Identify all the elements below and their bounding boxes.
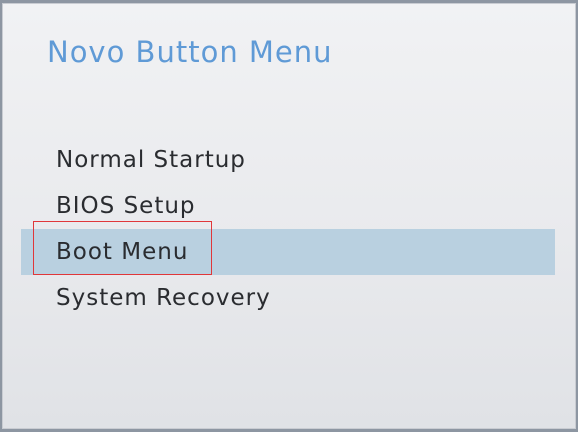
menu-item-system-recovery[interactable]: System Recovery: [21, 275, 555, 321]
menu-item-boot-menu[interactable]: Boot Menu: [21, 229, 555, 275]
menu-item-label: Boot Menu: [56, 239, 189, 265]
menu-title: Novo Button Menu: [47, 35, 333, 69]
menu-item-label: BIOS Setup: [56, 193, 196, 219]
menu-item-label: Normal Startup: [56, 147, 246, 173]
menu-item-label: System Recovery: [56, 285, 271, 311]
menu-item-normal-startup[interactable]: Normal Startup: [21, 137, 555, 183]
novo-button-menu-screen: Novo Button Menu Normal Startup BIOS Set…: [2, 3, 576, 429]
menu-item-bios-setup[interactable]: BIOS Setup: [21, 183, 555, 229]
